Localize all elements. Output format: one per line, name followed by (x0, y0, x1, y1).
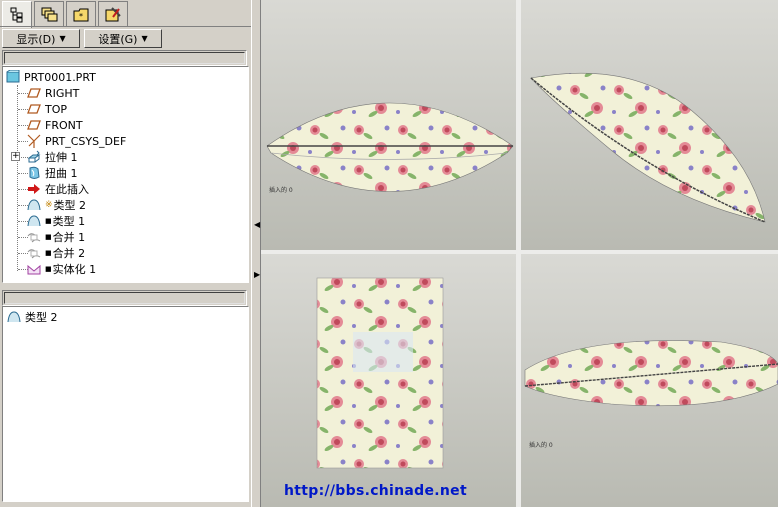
settings-menu-label: 设置(G) (98, 32, 138, 46)
datum-plane-icon (26, 85, 42, 101)
tree-item-merge-2[interactable]: ■ 合并 2 (26, 245, 85, 261)
tree-item-label: TOP (45, 102, 68, 116)
style-surface-icon (6, 309, 22, 325)
tree-item-right[interactable]: RIGHT (26, 85, 79, 101)
tree-item-csys[interactable]: PRT_CSYS_DEF (26, 133, 126, 149)
tree-column-header[interactable] (2, 50, 247, 66)
chevron-down-icon: ▼ (59, 34, 66, 43)
tree-item-merge-1[interactable]: ■ 合并 1 (26, 229, 85, 245)
tab-layers[interactable] (34, 1, 64, 27)
tree-item-extrude[interactable]: 拉伸 1 (26, 149, 78, 165)
solidify-icon (26, 261, 42, 277)
navigator-tabs: * (2, 1, 251, 28)
tree-item-marker: ■ (45, 233, 52, 241)
tree-item-insert-here[interactable]: 在此插入 (26, 181, 89, 197)
tab-divider (0, 26, 251, 27)
viewport-top-left[interactable]: 插入的 0 (261, 0, 516, 250)
settings-menu-button[interactable]: 设置(G) ▼ (84, 29, 162, 48)
tree-root[interactable]: PRT0001.PRT (5, 69, 96, 85)
pillow-top-view (316, 277, 444, 469)
tree-item-warp[interactable]: 扭曲 1 (26, 165, 78, 181)
datum-plane-icon (26, 101, 42, 117)
tab-tools[interactable] (98, 1, 128, 27)
viewport-bottom-left[interactable] (261, 254, 516, 507)
tree-item-label: 合并 1 (52, 231, 86, 244)
tree-item-style-2[interactable]: ※ 类型 2 (26, 197, 86, 213)
tree-item-label: 类型 2 (53, 199, 87, 212)
tools-icon (105, 6, 121, 21)
layers-icon (41, 7, 58, 21)
tree-item-label: 类型 1 (52, 215, 86, 228)
tree-item-label: 合并 2 (52, 247, 86, 260)
tab-folder-browser[interactable]: * (66, 1, 96, 27)
detail-item-style-2[interactable]: 类型 2 (6, 309, 58, 325)
csys-icon (26, 133, 42, 149)
tab-model-tree[interactable] (2, 1, 32, 28)
display-menu-button[interactable]: 显示(D) ▼ (2, 29, 80, 48)
tree-item-marker: ■ (45, 265, 52, 273)
detail-item-label: 类型 2 (25, 311, 58, 324)
model-tree-icon (10, 7, 23, 23)
tree-item-label: PRT_CSYS_DEF (45, 134, 127, 148)
merge-icon (26, 229, 42, 245)
pillow-front-view (266, 102, 514, 192)
tree-item-label: FRONT (45, 118, 83, 132)
display-menu-label: 显示(D) (16, 32, 56, 46)
tree-item-label: 拉伸 1 (45, 151, 78, 164)
pillow-iso-view-2 (524, 340, 778, 407)
tree-item-label: 扭曲 1 (45, 167, 78, 180)
viewport-top-right[interactable] (521, 0, 778, 250)
collapse-left-icon[interactable]: ◀ (254, 220, 260, 229)
pillow-iso-view-1 (530, 72, 766, 223)
style-surface-icon (26, 197, 42, 213)
expand-right-icon[interactable]: ▶ (254, 270, 260, 279)
expand-toggle[interactable]: + (11, 152, 20, 161)
folder-icon: * (73, 8, 89, 21)
watermark-url: http://bbs.chinade.net (284, 483, 467, 499)
tree-item-top[interactable]: TOP (26, 101, 67, 117)
insert-here-arrow-icon (26, 181, 42, 197)
datum-plane-icon (26, 117, 42, 133)
warp-icon (26, 165, 42, 181)
viewport-tag: 插入的 0 (269, 187, 293, 194)
style-surface-icon (26, 213, 42, 229)
tree-guide-line (17, 85, 18, 271)
navigator-splitter[interactable]: ◀ ▶ (251, 0, 261, 507)
tree-item-label: 实体化 1 (52, 263, 97, 276)
extrude-icon (26, 149, 42, 165)
detail-tree: 类型 2 (2, 306, 249, 502)
chevron-down-icon: ▼ (141, 34, 148, 43)
navigator-panel: * 显示(D) ▼ 设置(G) ▼ PRT0001.PRT RIGHT TOP … (0, 0, 251, 507)
tree-item-style-1[interactable]: ■ 类型 1 (26, 213, 85, 229)
tree-item-label: 在此插入 (45, 183, 89, 196)
tree-item-label: RIGHT (45, 86, 80, 100)
viewport-tag: 插入的 0 (529, 442, 553, 449)
model-tree: PRT0001.PRT RIGHT TOP FRONT PRT_CSYS_DEF… (2, 66, 249, 283)
svg-text:*: * (79, 12, 83, 21)
part-icon (5, 69, 21, 85)
tree-menu-bar: 显示(D) ▼ 设置(G) ▼ (0, 28, 249, 48)
tree-item-front[interactable]: FRONT (26, 117, 83, 133)
tree-item-solidify[interactable]: ■ 实体化 1 (26, 261, 96, 277)
merge-icon (26, 245, 42, 261)
tree-root-label: PRT0001.PRT (24, 70, 96, 84)
tree-item-marker: ※ (45, 200, 53, 210)
detail-column-header[interactable] (2, 290, 247, 306)
viewport-bottom-right[interactable]: 插入的 0 (521, 254, 778, 507)
tree-item-marker: ■ (45, 217, 52, 225)
tree-item-marker: ■ (45, 249, 52, 257)
